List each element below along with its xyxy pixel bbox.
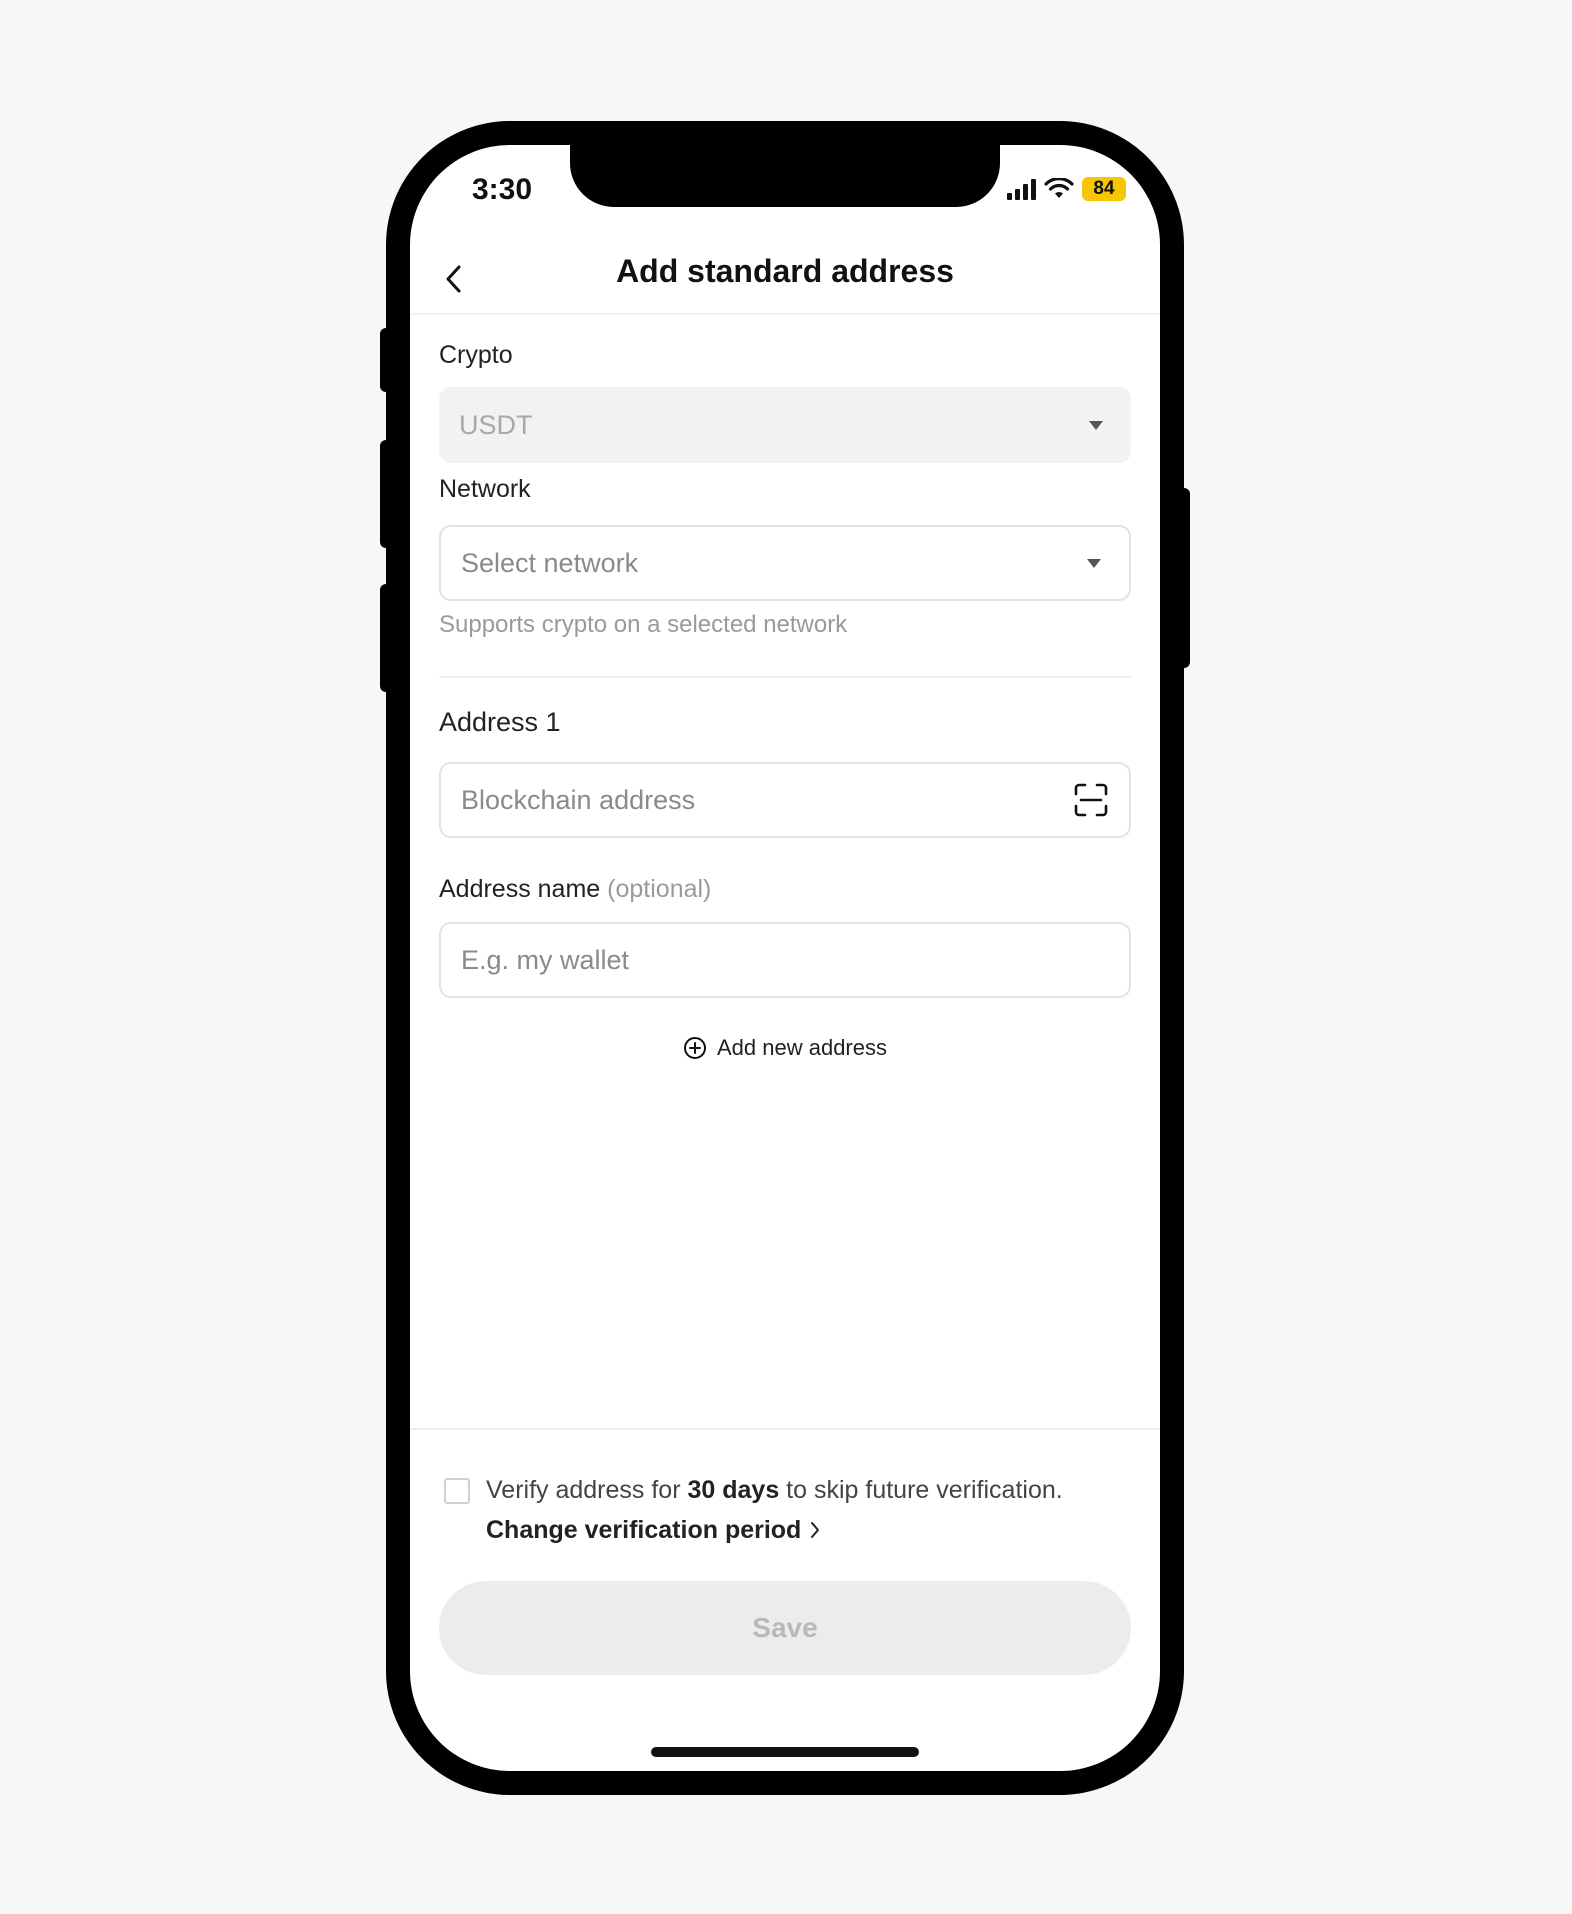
address-placeholder: Blockchain address bbox=[461, 784, 696, 815]
verify-suffix: to skip future verification. bbox=[779, 1476, 1063, 1504]
scan-icon[interactable] bbox=[1073, 782, 1109, 818]
address-label: Address 1 bbox=[439, 707, 561, 737]
nav-bar: Add standard address bbox=[410, 247, 1160, 315]
network-label: Network bbox=[439, 475, 531, 503]
address-name-label: Address name (optional) bbox=[439, 875, 711, 904]
change-link-label: Change verification period bbox=[486, 1516, 802, 1544]
battery-indicator: 84 bbox=[1082, 177, 1126, 201]
signal-icon bbox=[1007, 178, 1036, 200]
phone-screen: 3:30 84 Add standard address Crypto USDT… bbox=[410, 145, 1160, 1771]
verify-text: Verify address for 30 days to skip futur… bbox=[486, 1470, 1136, 1550]
address-name-input[interactable]: E.g. my wallet bbox=[439, 922, 1131, 998]
page-title: Add standard address bbox=[616, 253, 954, 289]
section-divider bbox=[439, 676, 1131, 678]
add-new-address-label: Add new address bbox=[717, 1035, 887, 1060]
optional-tag: (optional) bbox=[607, 875, 712, 903]
status-time: 3:30 bbox=[472, 173, 533, 206]
caret-down-icon bbox=[1089, 420, 1103, 430]
wifi-icon bbox=[1044, 178, 1074, 198]
address-name-placeholder: E.g. my wallet bbox=[461, 944, 630, 975]
chevron-right-icon bbox=[811, 1522, 820, 1538]
save-button[interactable]: Save bbox=[439, 1581, 1131, 1675]
verify-prefix: Verify address for bbox=[486, 1476, 688, 1504]
add-new-address-button[interactable]: Add new address bbox=[410, 1035, 1160, 1061]
caret-down-icon bbox=[1087, 558, 1101, 568]
address-name-label-text: Address name bbox=[439, 875, 601, 903]
network-select[interactable]: Select network bbox=[439, 525, 1131, 601]
network-helper: Supports crypto on a selected network bbox=[439, 611, 848, 638]
network-placeholder: Select network bbox=[461, 547, 639, 578]
verify-days: 30 days bbox=[687, 1476, 780, 1504]
crypto-value: USDT bbox=[459, 409, 533, 440]
crypto-select[interactable]: USDT bbox=[439, 387, 1131, 463]
plus-circle-icon bbox=[684, 1037, 706, 1059]
verify-checkbox[interactable] bbox=[444, 1478, 470, 1504]
status-icons: 84 bbox=[1007, 177, 1126, 201]
home-indicator bbox=[651, 1747, 919, 1757]
address-input[interactable]: Blockchain address bbox=[439, 762, 1131, 838]
change-verification-period-link[interactable]: Change verification period bbox=[486, 1510, 821, 1550]
crypto-label: Crypto bbox=[439, 341, 513, 369]
notch bbox=[570, 145, 1000, 207]
bottom-divider bbox=[410, 1428, 1160, 1430]
